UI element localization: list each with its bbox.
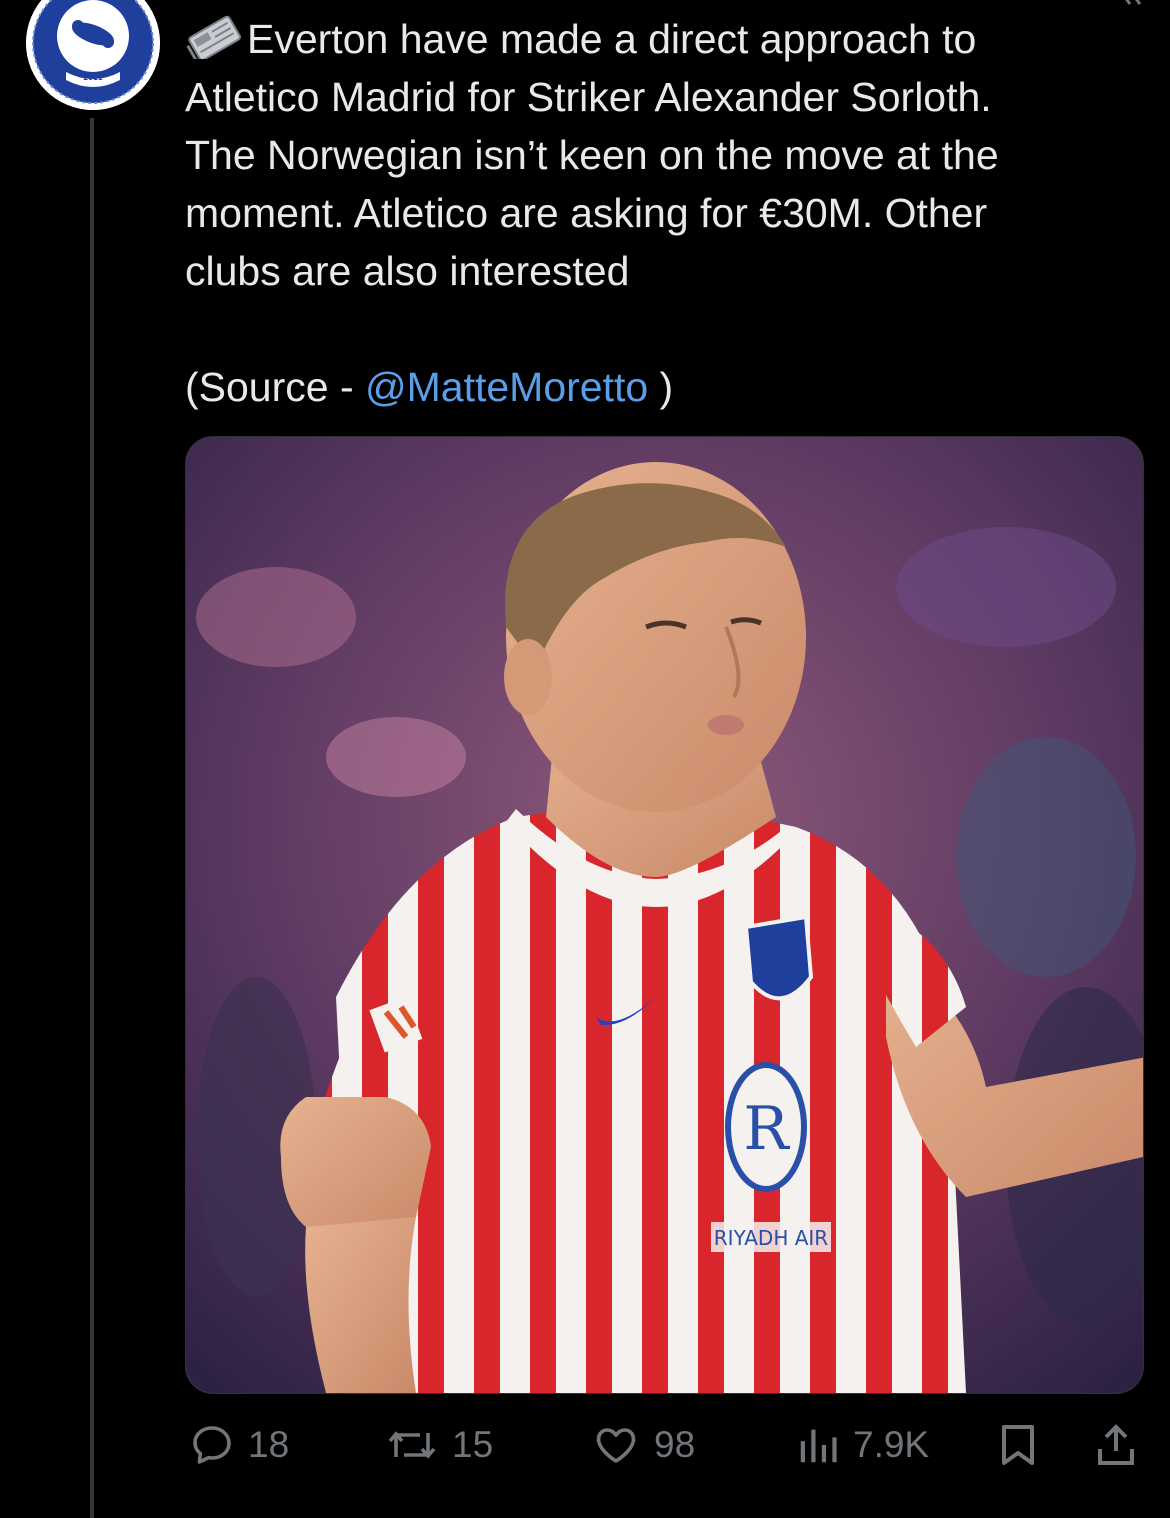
- mention-link[interactable]: @MatteMoretto: [365, 364, 648, 410]
- bookmark-button[interactable]: [996, 1410, 1040, 1480]
- heart-icon: [596, 1428, 636, 1463]
- repost-count: 15: [452, 1424, 494, 1465]
- svg-text:R: R: [743, 1094, 790, 1164]
- avatar-year: 2011: [83, 74, 103, 82]
- like-button[interactable]: 98: [590, 1410, 695, 1480]
- sponsor-text: RIYADH AIR: [714, 1226, 829, 1250]
- views-button[interactable]: 7.9K: [795, 1410, 929, 1480]
- tweet-media-image[interactable]: R RIYADH AIR: [185, 436, 1144, 1394]
- reply-icon: [193, 1426, 231, 1464]
- source-prefix: (Source -: [185, 364, 365, 410]
- tweet-line-4: moment. Atletico are asking for €30M. Ot…: [185, 190, 988, 236]
- reply-count: 18: [248, 1424, 290, 1465]
- tweet-text: Everton have made a direct approach to A…: [185, 10, 1145, 416]
- source-line: (Source - @MatteMoretto ): [185, 358, 1145, 416]
- tweet-line-1: Everton have made a direct approach to: [247, 16, 977, 62]
- share-icon: [1098, 1424, 1134, 1465]
- reply-button[interactable]: 18: [188, 1410, 289, 1480]
- bookmark-icon: [1002, 1425, 1034, 1465]
- views-chart-icon: [800, 1429, 837, 1463]
- newspaper-icon: [186, 15, 241, 59]
- more-options-icon[interactable]: [1122, 0, 1142, 8]
- repost-icon: [388, 1431, 436, 1459]
- source-suffix: ): [648, 364, 674, 410]
- like-count: 98: [654, 1424, 696, 1465]
- repost-button[interactable]: 15: [384, 1410, 493, 1480]
- tweet-line-2: Atletico Madrid for Striker Alexander So…: [185, 74, 992, 120]
- tweet-line-5: clubs are also interested: [185, 248, 630, 294]
- avatar[interactable]: 2011: [26, 0, 160, 110]
- thread-line: [90, 118, 94, 1518]
- tweet-line-3: The Norwegian isn’t keen on the move at …: [185, 132, 999, 178]
- action-bar: 18 15 98 7.9K: [0, 1410, 1170, 1480]
- share-button[interactable]: [1094, 1410, 1138, 1480]
- views-count: 7.9K: [853, 1424, 930, 1465]
